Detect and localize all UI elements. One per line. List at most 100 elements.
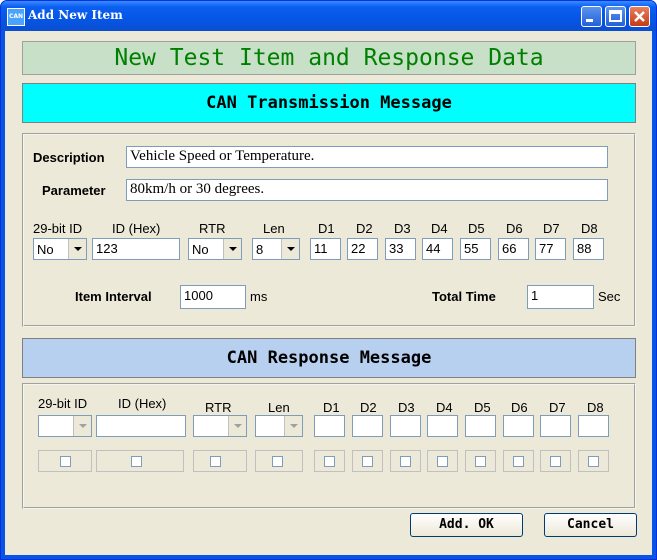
rx-col-d1: D1 — [323, 400, 340, 415]
page-title-banner: New Test Item and Response Data — [22, 41, 636, 75]
rx-d6-mask — [503, 450, 534, 472]
rx-d7-field[interactable] — [540, 415, 571, 437]
rx-col-len: Len — [268, 400, 290, 415]
rx-len-checkbox[interactable] — [272, 456, 283, 467]
tx-29bit-id-select[interactable]: No — [33, 238, 87, 260]
dialog-body: New Test Item and Response Data CAN Tran… — [5, 31, 652, 555]
tx-d4-field[interactable]: 44 — [422, 238, 453, 260]
chevron-down-icon[interactable] — [68, 239, 86, 259]
tx-len-select[interactable]: 8 — [252, 238, 300, 260]
tx-col-d5: D5 — [468, 221, 485, 236]
rx-col-d6: D6 — [511, 400, 528, 415]
maximize-button[interactable] — [605, 6, 626, 27]
rx-rtr-checkbox[interactable] — [210, 456, 221, 467]
item-interval-field[interactable]: 1000 — [180, 285, 246, 309]
rx-len-select[interactable] — [255, 415, 303, 437]
window-title: Add New Item — [28, 8, 123, 22]
rx-col-d8: D8 — [587, 400, 604, 415]
rx-d4-mask — [427, 450, 458, 472]
chevron-down-icon[interactable] — [284, 416, 302, 436]
tx-col-d6: D6 — [506, 221, 523, 236]
rx-d1-checkbox[interactable] — [324, 456, 335, 467]
chevron-down-icon[interactable] — [73, 416, 91, 436]
tx-col-d4: D4 — [431, 221, 448, 236]
rx-d6-checkbox[interactable] — [513, 456, 524, 467]
rx-rtr-select[interactable] — [193, 415, 247, 437]
rx-d2-checkbox[interactable] — [362, 456, 373, 467]
response-header: CAN Response Message — [22, 338, 636, 378]
rx-d1-field[interactable] — [314, 415, 345, 437]
rx-29bit-id-checkbox[interactable] — [60, 456, 71, 467]
tx-len-value: 8 — [256, 242, 264, 257]
parameter-field[interactable]: 80km/h or 30 degrees. — [126, 179, 608, 201]
cancel-button[interactable]: Cancel — [544, 513, 637, 537]
tx-d7-field[interactable]: 77 — [535, 238, 566, 260]
description-label: Description — [33, 150, 105, 165]
rx-29bit-id-select[interactable] — [38, 415, 92, 437]
rx-d2-mask — [352, 450, 383, 472]
rx-rtr-mask — [193, 450, 247, 472]
parameter-label: Parameter — [42, 183, 106, 198]
minimize-button[interactable] — [581, 6, 602, 27]
tx-col-d8: D8 — [581, 221, 598, 236]
rx-d1-mask — [314, 450, 345, 472]
transmission-header: CAN Transmission Message — [22, 83, 636, 123]
rx-d5-field[interactable] — [465, 415, 496, 437]
tx-d1-field[interactable]: 11 — [310, 238, 341, 260]
tx-col-d2: D2 — [356, 221, 373, 236]
minimize-icon — [586, 19, 593, 22]
rx-d7-mask — [540, 450, 571, 472]
response-group: 29-bit ID ID (Hex) RTR Len D1 D2 D3 D4 D… — [22, 383, 636, 509]
tx-col-rtr: RTR — [199, 221, 226, 236]
total-time-field[interactable]: 1 — [527, 285, 594, 309]
rx-id-hex-field[interactable] — [96, 415, 186, 437]
tx-d6-field[interactable]: 66 — [498, 238, 529, 260]
tx-29bit-id-value: No — [37, 242, 54, 257]
total-time-unit: Sec — [598, 289, 621, 304]
close-icon — [634, 11, 645, 22]
rx-d4-field[interactable] — [427, 415, 458, 437]
title-bar[interactable]: CAN Add New Item — [1, 1, 656, 31]
item-interval-label: Item Interval — [75, 289, 152, 304]
rx-d2-field[interactable] — [352, 415, 383, 437]
tx-d5-field[interactable]: 55 — [460, 238, 491, 260]
rx-col-id-hex: ID (Hex) — [118, 396, 167, 411]
chevron-down-icon[interactable] — [223, 239, 241, 259]
rx-d3-mask — [390, 450, 421, 472]
chevron-down-icon[interactable] — [281, 239, 299, 259]
tx-col-len: Len — [263, 221, 285, 236]
rx-d8-mask — [578, 450, 609, 472]
rx-col-rtr: RTR — [205, 400, 232, 415]
item-interval-unit: ms — [250, 289, 268, 304]
rx-id-hex-checkbox[interactable] — [131, 456, 142, 467]
rx-d8-field[interactable] — [578, 415, 609, 437]
rx-d5-checkbox[interactable] — [475, 456, 486, 467]
add-ok-button[interactable]: Add. OK — [410, 513, 523, 537]
rx-d8-checkbox[interactable] — [588, 456, 599, 467]
rx-29bit-id-mask — [38, 450, 92, 472]
rx-col-d5: D5 — [474, 400, 491, 415]
tx-rtr-select[interactable]: No — [188, 238, 242, 260]
description-field[interactable]: Vehicle Speed or Temperature. — [126, 146, 608, 168]
tx-rtr-value: No — [192, 242, 209, 257]
add-new-item-window: CAN Add New Item New Test Item and Respo… — [0, 0, 657, 560]
tx-id-hex-field[interactable]: 123 — [92, 238, 180, 260]
rx-d3-field[interactable] — [390, 415, 421, 437]
tx-col-d1: D1 — [318, 221, 335, 236]
rx-d6-field[interactable] — [503, 415, 534, 437]
rx-d7-checkbox[interactable] — [550, 456, 561, 467]
rx-col-d3: D3 — [398, 400, 415, 415]
close-button[interactable] — [629, 6, 650, 27]
rx-id-hex-mask — [96, 450, 184, 472]
rx-col-d7: D7 — [549, 400, 566, 415]
tx-d3-field[interactable]: 33 — [385, 238, 416, 260]
tx-col-29bit-id: 29-bit ID — [33, 221, 83, 236]
rx-d3-checkbox[interactable] — [400, 456, 411, 467]
tx-d2-field[interactable]: 22 — [347, 238, 378, 260]
rx-d4-checkbox[interactable] — [437, 456, 448, 467]
maximize-icon — [609, 10, 622, 22]
rx-len-mask — [255, 450, 303, 472]
rx-col-29bit-id: 29-bit ID — [38, 396, 88, 411]
chevron-down-icon[interactable] — [228, 416, 246, 436]
tx-d8-field[interactable]: 88 — [573, 238, 604, 260]
